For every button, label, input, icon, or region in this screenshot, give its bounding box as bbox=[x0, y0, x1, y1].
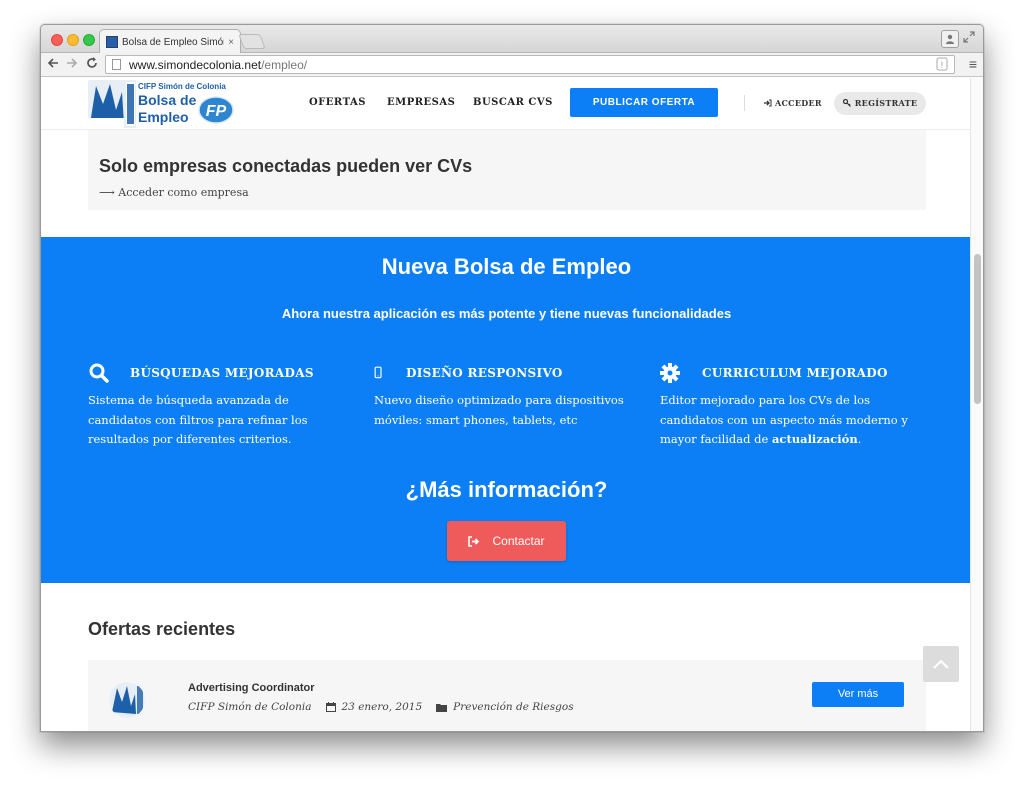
logo-school-name: CIFP Simón de Colonia bbox=[138, 82, 226, 91]
nav-ofertas[interactable]: OFERTAS bbox=[309, 97, 366, 108]
favicon-icon bbox=[106, 36, 118, 48]
login-link[interactable]: ACCEDER bbox=[764, 98, 822, 108]
svg-text:FP: FP bbox=[206, 103, 227, 120]
offer-company: CIFP Simón de Colonia bbox=[188, 701, 312, 713]
view-more-button[interactable]: Ver más bbox=[812, 682, 904, 707]
more-info-title: ¿Más información? bbox=[405, 477, 608, 502]
page-info-icon[interactable]: ! bbox=[936, 57, 948, 74]
search-icon bbox=[89, 363, 109, 383]
nav-empresas[interactable]: EMPRESAS bbox=[387, 97, 455, 108]
feature-title: CURRICULUM MEJORADO bbox=[702, 366, 888, 380]
nav-buscar-cvs[interactable]: BUSCAR CVS bbox=[473, 97, 553, 108]
address-bar[interactable]: www.simondecolonia.net/empleo/ ! bbox=[105, 55, 955, 74]
promo-title: Nueva Bolsa de Empleo bbox=[381, 254, 632, 279]
feature-text: Editor mejorado para los CVs de los cand… bbox=[660, 391, 920, 450]
page-icon bbox=[112, 59, 121, 70]
page-viewport: CIFP Simón de Colonia Bolsa de Empleo FP… bbox=[41, 78, 972, 731]
reload-icon[interactable] bbox=[84, 56, 100, 73]
tab-title: Bolsa de Empleo Simón de bbox=[122, 36, 224, 48]
promo-section: Nueva Bolsa de Empleo Ahora nuestra apli… bbox=[41, 237, 972, 583]
offer-meta: CIFP Simón de Colonia 23 enero, 2015 Pre… bbox=[188, 701, 574, 713]
feature-title: DISEÑO RESPONSIVO bbox=[406, 366, 563, 380]
contact-label: Contactar bbox=[492, 534, 545, 548]
contact-button[interactable]: Contactar bbox=[447, 521, 566, 561]
menu-icon[interactable]: ≡ bbox=[969, 56, 977, 73]
feature-text-bold: actualización bbox=[771, 432, 858, 446]
login-as-company-label: Acceder como empresa bbox=[118, 186, 249, 199]
fp-logo-icon: FP bbox=[198, 96, 234, 124]
profile-icon[interactable] bbox=[941, 30, 959, 48]
browser-window: Bolsa de Empleo Simón de × www.simondeco… bbox=[40, 24, 984, 732]
tab-strip: Bolsa de Empleo Simón de × bbox=[41, 25, 983, 54]
register-label: REGÍSTRATE bbox=[854, 98, 918, 108]
fullscreen-icon[interactable] bbox=[963, 31, 977, 45]
new-tab-button[interactable] bbox=[238, 34, 266, 49]
browser-tab[interactable]: Bolsa de Empleo Simón de × bbox=[99, 29, 241, 54]
feature-responsive: DISEÑO RESPONSIVO Nuevo diseño optimizad… bbox=[374, 363, 634, 430]
register-button[interactable]: REGÍSTRATE bbox=[834, 92, 926, 115]
url-path: /empleo/ bbox=[261, 57, 308, 72]
logo-line-2: Empleo bbox=[138, 109, 189, 125]
minimize-window-button[interactable] bbox=[67, 34, 79, 46]
scrollbar-thumb[interactable] bbox=[974, 254, 981, 404]
feature-title: BÚSQUEDAS MEJORADAS bbox=[130, 366, 314, 380]
arrow-right-icon: ⟶ bbox=[99, 186, 115, 199]
login-notice-title: Solo empresas conectadas pueden ver CVs bbox=[99, 156, 473, 176]
promo-subtitle: Ahora nuestra aplicación es más potente … bbox=[281, 306, 732, 321]
login-label: ACCEDER bbox=[775, 98, 822, 108]
close-window-button[interactable] bbox=[51, 34, 63, 46]
header-divider bbox=[744, 95, 745, 111]
zoom-window-button[interactable] bbox=[83, 34, 95, 46]
feature-text: Nuevo diseño optimizado para dispositivo… bbox=[374, 393, 624, 427]
offer-row[interactable]: Advertising Coordinator CIFP Simón de Co… bbox=[88, 660, 926, 731]
folder-icon bbox=[436, 703, 448, 712]
browser-toolbar: www.simondecolonia.net/empleo/ ! ≡ bbox=[41, 53, 983, 77]
feature-search: BÚSQUEDAS MEJORADAS Sistema de búsqueda … bbox=[88, 363, 348, 450]
gear-icon bbox=[660, 363, 680, 383]
offer-date: 23 enero, 2015 bbox=[341, 701, 423, 713]
company-logo bbox=[109, 682, 145, 718]
calendar-icon bbox=[325, 702, 336, 712]
feature-curriculum: CURRICULUM MEJORADO Editor mejorado para… bbox=[660, 363, 920, 450]
feature-text-part: . bbox=[857, 432, 862, 446]
sign-out-icon bbox=[468, 535, 480, 547]
back-to-top-button[interactable] bbox=[923, 646, 959, 682]
chevron-up-icon bbox=[933, 659, 949, 669]
site-header: CIFP Simón de Colonia Bolsa de Empleo FP… bbox=[41, 78, 972, 130]
login-required-notice: Solo empresas conectadas pueden ver CVs … bbox=[88, 130, 926, 210]
feature-text: Sistema de búsqueda avanzada de candidat… bbox=[88, 393, 308, 446]
svg-text:!: ! bbox=[941, 60, 944, 70]
offer-category: Prevención de Riesgos bbox=[453, 701, 574, 713]
publish-offer-button[interactable]: PUBLICAR OFERTA bbox=[570, 88, 718, 117]
login-as-company-link[interactable]: ⟶ Acceder como empresa bbox=[99, 186, 249, 199]
logo-emblem-icon bbox=[88, 80, 136, 128]
site-logo[interactable]: CIFP Simón de Colonia Bolsa de Empleo FP bbox=[88, 80, 235, 128]
url-host: www.simondecolonia.net bbox=[129, 57, 262, 72]
back-icon[interactable] bbox=[45, 56, 61, 73]
scrollbar[interactable] bbox=[970, 78, 983, 731]
offer-title[interactable]: Advertising Coordinator bbox=[188, 682, 315, 694]
key-icon bbox=[842, 98, 851, 107]
tab-close-icon[interactable]: × bbox=[228, 37, 234, 48]
forward-icon[interactable] bbox=[64, 56, 80, 73]
sign-in-icon bbox=[764, 99, 772, 107]
logo-line-1: Bolsa de bbox=[138, 92, 197, 108]
recent-offers-title: Ofertas recientes bbox=[88, 619, 236, 639]
mobile-icon bbox=[374, 366, 382, 379]
